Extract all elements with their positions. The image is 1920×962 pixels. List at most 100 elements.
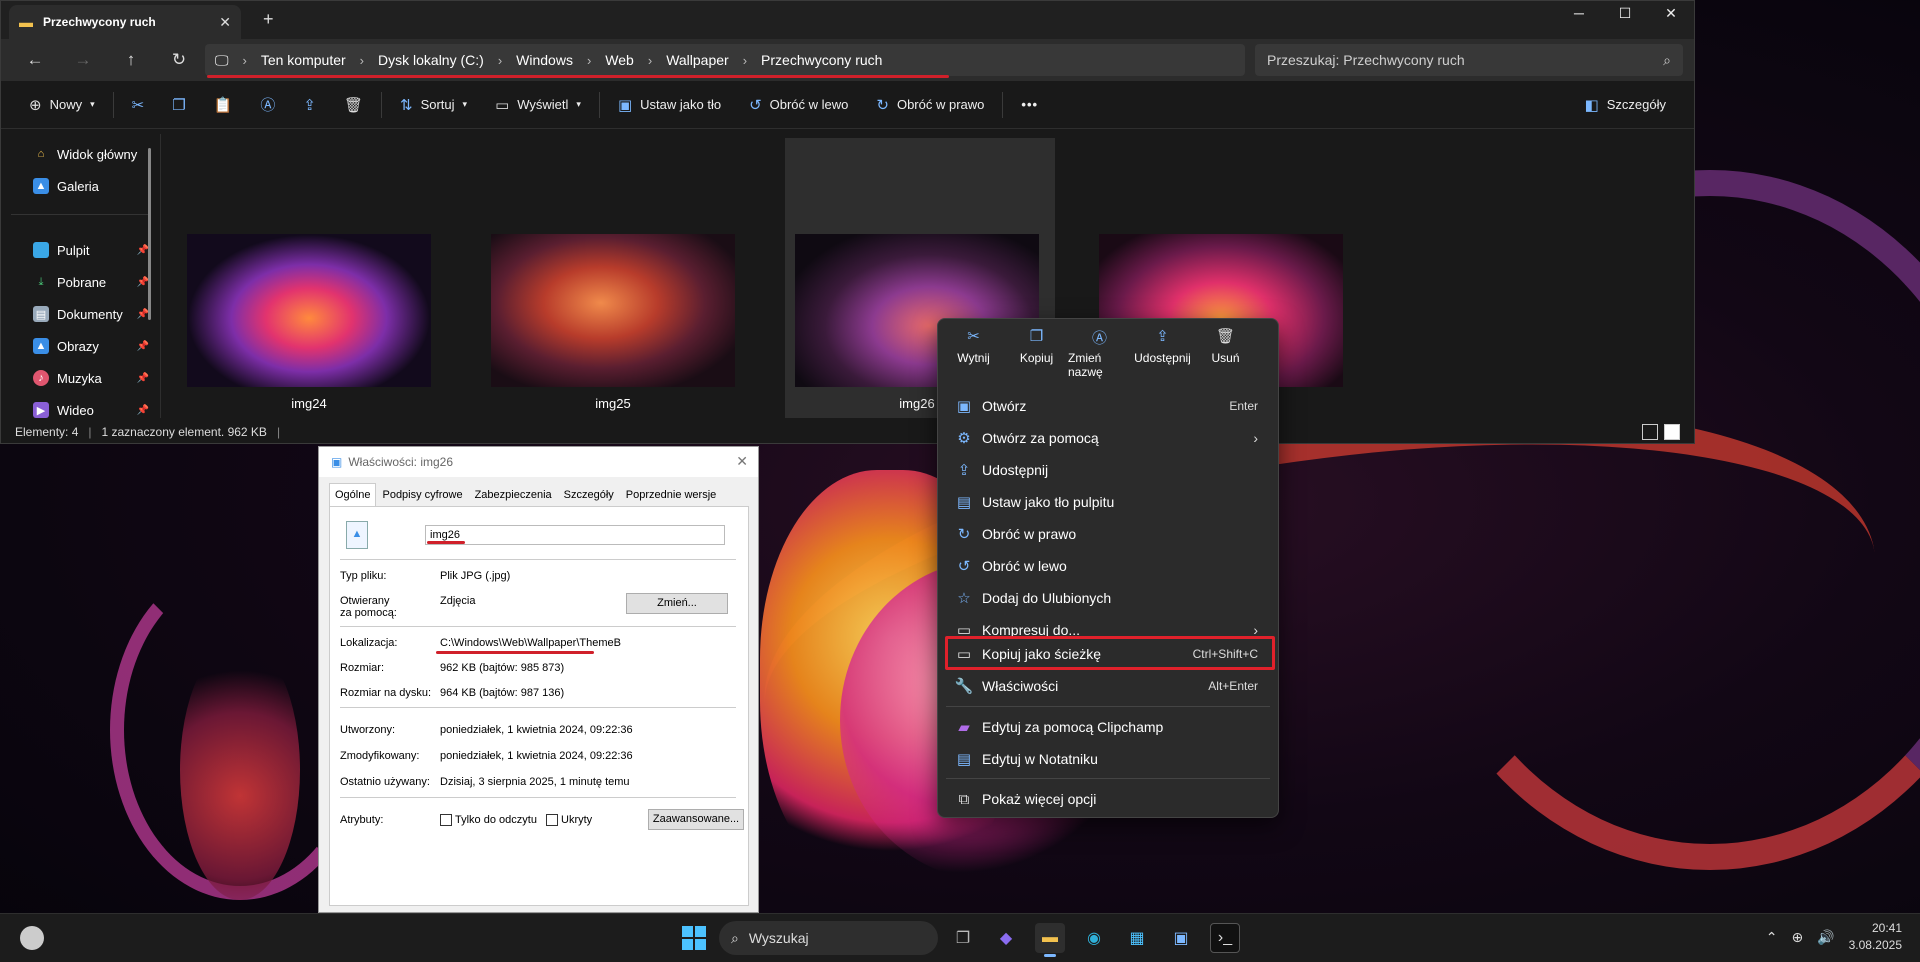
details-pane-icon: ◧ bbox=[1584, 96, 1599, 114]
file-name-field[interactable]: img26 bbox=[425, 525, 725, 545]
rename-action[interactable]: Ⓐ Zmień nazwę bbox=[1068, 327, 1131, 381]
menu-item-edit-notepad[interactable]: ▤ Edytuj w Notatniku bbox=[946, 744, 1270, 774]
sidebar-scrollbar[interactable] bbox=[148, 148, 151, 320]
change-app-button[interactable]: Zmień... bbox=[626, 593, 728, 614]
menu-item-share[interactable]: ⇪ Udostępnij bbox=[946, 455, 1270, 485]
copy-action[interactable]: ❐ Kopiuj bbox=[1005, 327, 1068, 381]
taskbar-search[interactable]: ⌕ Wyszukaj bbox=[719, 921, 938, 955]
cut-action[interactable]: ✂ Wytnij bbox=[942, 327, 1005, 381]
sidebar-item-music[interactable]: ♪ Muzyka 📌 bbox=[33, 370, 149, 386]
delete-action[interactable]: 🗑 Usuń bbox=[1194, 327, 1257, 381]
hidden-checkbox[interactable]: Ukryty bbox=[546, 814, 592, 827]
menu-item-properties[interactable]: 🔧 Właściwości Alt+Enter bbox=[946, 671, 1270, 701]
address-bar[interactable]: 🖵 › Ten komputer › Dysk lokalny (C:) › W… bbox=[205, 44, 1245, 76]
share-button[interactable]: ⇪ bbox=[289, 88, 330, 122]
file-name[interactable]: img25 bbox=[491, 396, 735, 411]
details-button[interactable]: ◧ Szczegóły bbox=[1571, 88, 1680, 122]
menu-item-open-with[interactable]: ⚙ Otwórz za pomocą › bbox=[946, 423, 1270, 453]
sidebar-item-gallery[interactable]: ▲ Galeria bbox=[33, 178, 143, 194]
menu-item-set-wallpaper[interactable]: ▤ Ustaw jako tło pulpitu bbox=[946, 487, 1270, 517]
file-thumbnail[interactable] bbox=[491, 234, 735, 387]
cut-button[interactable]: ✂ bbox=[118, 88, 159, 122]
rotate-right-button[interactable]: ↻ Obróć w prawo bbox=[862, 88, 998, 122]
breadcrumb-item[interactable]: Wallpaper bbox=[666, 52, 729, 68]
menu-item-show-more[interactable]: ⧉ Pokaż więcej opcji bbox=[946, 784, 1270, 814]
forward-icon[interactable]: → bbox=[59, 50, 107, 70]
widgets-icon[interactable] bbox=[20, 926, 44, 950]
tab-security[interactable]: Zabezpieczenia bbox=[469, 483, 558, 507]
rename-button[interactable]: Ⓐ bbox=[246, 88, 289, 122]
tab-previous-versions[interactable]: Poprzednie wersje bbox=[620, 483, 723, 507]
network-icon[interactable]: ⊕ bbox=[1791, 929, 1803, 946]
close-tab-icon[interactable]: ✕ bbox=[219, 14, 231, 31]
delete-button[interactable]: 🗑 bbox=[330, 88, 377, 122]
maximize-icon[interactable]: ☐ bbox=[1602, 1, 1648, 25]
start-button[interactable] bbox=[682, 926, 706, 950]
window-controls: ─ ☐ ✕ bbox=[1556, 1, 1694, 25]
paste-icon: 📋 bbox=[213, 96, 233, 114]
sidebar-item-pictures[interactable]: ▲ Obrazy 📌 bbox=[33, 338, 149, 354]
sidebar-item-video[interactable]: ▶ Wideo 📌 bbox=[33, 402, 149, 418]
tab-general[interactable]: Ogólne bbox=[329, 483, 377, 507]
back-icon[interactable]: ← bbox=[11, 50, 59, 70]
file-thumbnail[interactable] bbox=[187, 234, 431, 387]
breadcrumb-item[interactable]: Ten komputer bbox=[261, 52, 346, 68]
close-window-icon[interactable]: ✕ bbox=[1648, 1, 1694, 25]
minimize-icon[interactable]: ─ bbox=[1556, 1, 1602, 25]
copilot-icon[interactable]: ◆ bbox=[991, 923, 1021, 953]
store-icon[interactable]: ▦ bbox=[1122, 923, 1152, 953]
rotate-left-button[interactable]: ↺ Obróć w lewo bbox=[735, 88, 862, 122]
breadcrumb-item[interactable]: Dysk lokalny (C:) bbox=[378, 52, 484, 68]
breadcrumb-item[interactable]: Przechwycony ruch bbox=[761, 52, 882, 68]
menu-item-label: Ustaw jako tło pulpitu bbox=[982, 494, 1115, 510]
search-input[interactable]: Przeszukaj: Przechwycony ruch ⌕ bbox=[1255, 44, 1683, 76]
breadcrumb-item[interactable]: Web bbox=[605, 52, 634, 68]
created-label: Utworzony: bbox=[340, 724, 396, 736]
sidebar-item-documents[interactable]: ▤ Dokumenty 📌 bbox=[33, 306, 149, 322]
toolbar-divider bbox=[1002, 91, 1004, 118]
close-icon[interactable]: ✕ bbox=[736, 453, 748, 470]
breadcrumb-item[interactable]: Windows bbox=[516, 52, 573, 68]
menu-item-add-favorites[interactable]: ☆ Dodaj do Ulubionych bbox=[946, 583, 1270, 613]
sidebar-item-downloads[interactable]: ⤓ Pobrane 📌 bbox=[33, 274, 149, 290]
annotation-underline bbox=[436, 651, 594, 654]
volume-icon[interactable]: 🔊 bbox=[1817, 929, 1834, 946]
more-options-button[interactable]: ••• bbox=[1007, 88, 1052, 122]
sidebar-item-desktop[interactable]: Pulpit 📌 bbox=[33, 242, 149, 258]
large-icons-view-icon[interactable] bbox=[1664, 424, 1680, 440]
control-panel-icon[interactable]: ▣ bbox=[1166, 923, 1196, 953]
clock[interactable]: 20:41 3.08.2025 bbox=[1849, 920, 1902, 954]
sort-button[interactable]: ⇅ Sortuj ▾ bbox=[386, 88, 481, 122]
menu-item-open[interactable]: ▣ Otwórz Enter bbox=[946, 391, 1270, 421]
new-button[interactable]: ⊕ Nowy ▾ bbox=[15, 88, 109, 122]
new-tab-icon[interactable]: + bbox=[263, 9, 274, 30]
file-name[interactable]: img24 bbox=[187, 396, 431, 411]
share-action[interactable]: ⇪ Udostępnij bbox=[1131, 327, 1194, 381]
chevron-up-icon[interactable]: ⌃ bbox=[1766, 929, 1778, 946]
sidebar-item-home[interactable]: ⌂ Widok główny bbox=[33, 146, 143, 162]
up-icon[interactable]: ↑ bbox=[107, 50, 155, 70]
terminal-icon[interactable]: ›_ bbox=[1210, 923, 1240, 953]
refresh-icon[interactable]: ↻ bbox=[155, 50, 203, 70]
edge-icon[interactable]: ◉ bbox=[1079, 923, 1109, 953]
menu-item-rotate-right[interactable]: ↻ Obróć w prawo bbox=[946, 519, 1270, 549]
copy-button[interactable]: ❐ bbox=[158, 88, 199, 122]
tab-digital-signatures[interactable]: Podpisy cyfrowe bbox=[376, 483, 468, 507]
advanced-button[interactable]: Zaawansowane... bbox=[648, 809, 744, 830]
details-view-icon[interactable] bbox=[1642, 424, 1658, 440]
file-explorer-icon[interactable]: ▬ bbox=[1035, 923, 1065, 957]
wallpaper-icon: ▤ bbox=[956, 494, 972, 511]
tab-details[interactable]: Szczegóły bbox=[558, 483, 620, 507]
task-view-icon[interactable]: ❐ bbox=[948, 923, 978, 953]
readonly-checkbox[interactable]: Tylko do odczytu bbox=[440, 814, 537, 827]
view-button[interactable]: ▭ Wyświetl ▾ bbox=[481, 88, 595, 122]
explorer-tab[interactable]: ▬ Przechwycony ruch ✕ bbox=[9, 5, 241, 39]
paste-button[interactable]: 📋 bbox=[200, 88, 247, 122]
menu-item-label: Otwórz bbox=[982, 398, 1027, 414]
menu-item-rotate-left[interactable]: ↺ Obróć w lewo bbox=[946, 551, 1270, 581]
menu-item-edit-clipchamp[interactable]: ▰ Edytuj za pomocą Clipchamp bbox=[946, 712, 1270, 742]
cut-icon: ✂ bbox=[967, 328, 980, 345]
rotate-right-icon: ↻ bbox=[957, 526, 971, 543]
set-background-button[interactable]: ▣ Ustaw jako tło bbox=[604, 88, 735, 122]
menu-item-label: Obróć w lewo bbox=[982, 558, 1067, 574]
